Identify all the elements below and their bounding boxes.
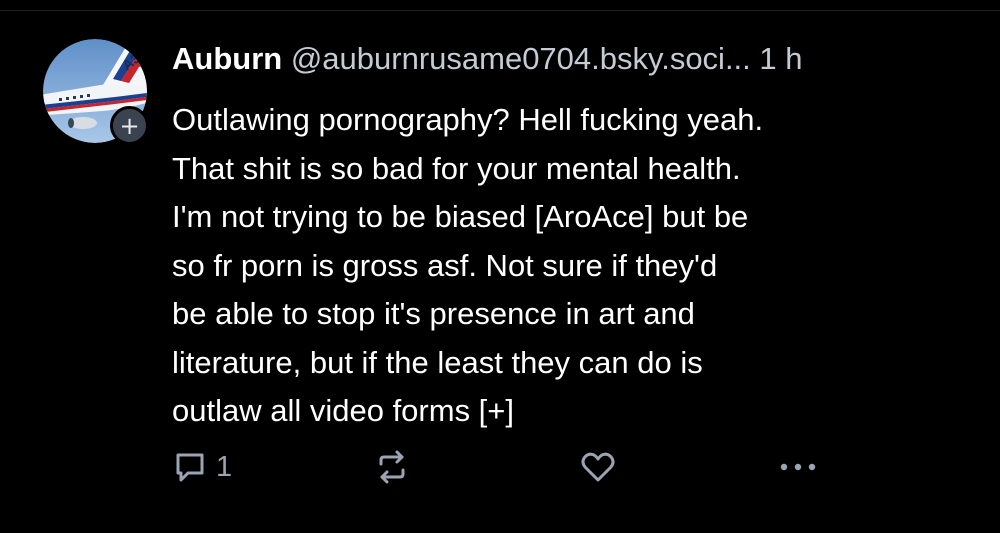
reply-icon bbox=[176, 453, 204, 482]
more-options-button[interactable] bbox=[776, 441, 820, 493]
post-text: Outlawing pornography? Hell fucking yeah… bbox=[172, 102, 764, 428]
repost-button[interactable] bbox=[372, 441, 412, 493]
display-name[interactable]: Auburn bbox=[172, 41, 282, 76]
reply-count: 1 bbox=[216, 450, 233, 483]
more-options-icon bbox=[780, 463, 816, 471]
like-button[interactable] bbox=[578, 441, 618, 493]
post[interactable]: A3 + Auburn @auburnrusame0704.bsky.soci.… bbox=[0, 11, 1000, 533]
post-actions: 1 bbox=[172, 441, 832, 493]
avatar-container[interactable]: A3 + bbox=[43, 39, 149, 145]
repost-icon bbox=[379, 450, 405, 484]
user-handle[interactable]: @auburnrusame0704.bsky.soci... bbox=[291, 41, 751, 76]
post-header: Auburn @auburnrusame0704.bsky.soci... 1 … bbox=[172, 39, 972, 79]
follow-plus-button[interactable]: + bbox=[110, 106, 149, 145]
heart-icon bbox=[581, 452, 615, 482]
reply-button[interactable]: 1 bbox=[172, 441, 232, 493]
plus-icon: + bbox=[119, 111, 140, 140]
post-timestamp[interactable]: 1 h bbox=[759, 41, 802, 76]
